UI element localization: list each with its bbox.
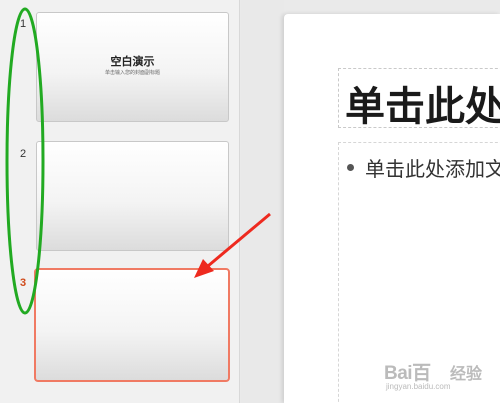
slide-editing-canvas[interactable]: 单击此处 单击此处添加文 bbox=[284, 14, 500, 403]
slide-thumbnail-2[interactable] bbox=[36, 141, 229, 251]
slide-thumbnail-panel: 1 空白演示 单击输入您的封面副标题 2 3 bbox=[0, 0, 240, 403]
baidu-jingyan-watermark: Bai百 经验 jingyan.baidu.com bbox=[384, 352, 500, 396]
title-placeholder-box[interactable]: 单击此处 bbox=[338, 68, 500, 128]
slide-thumbnail-3[interactable] bbox=[34, 268, 230, 382]
watermark-logo: Bai百 bbox=[384, 363, 431, 384]
thumbnail-title: 空白演示 bbox=[110, 55, 155, 68]
slide-number-3: 3 bbox=[20, 277, 27, 289]
body-placeholder-text: 单击此处添加文 bbox=[365, 157, 500, 181]
watermark-url: jingyan.baidu.com bbox=[386, 382, 451, 391]
editor-gutter bbox=[241, 0, 284, 403]
thumbnail-subtitle: 单击输入您的封面副标题 bbox=[104, 70, 160, 76]
slide-thumbnail-1[interactable]: 空白演示 单击输入您的封面副标题 bbox=[36, 12, 229, 122]
slide-number-1: 1 bbox=[20, 18, 27, 30]
watermark-brand: 经验 bbox=[450, 364, 483, 383]
slide-number-2: 2 bbox=[20, 148, 27, 160]
bullet-icon bbox=[347, 164, 354, 171]
title-placeholder-text: 单击此处 bbox=[345, 84, 500, 128]
